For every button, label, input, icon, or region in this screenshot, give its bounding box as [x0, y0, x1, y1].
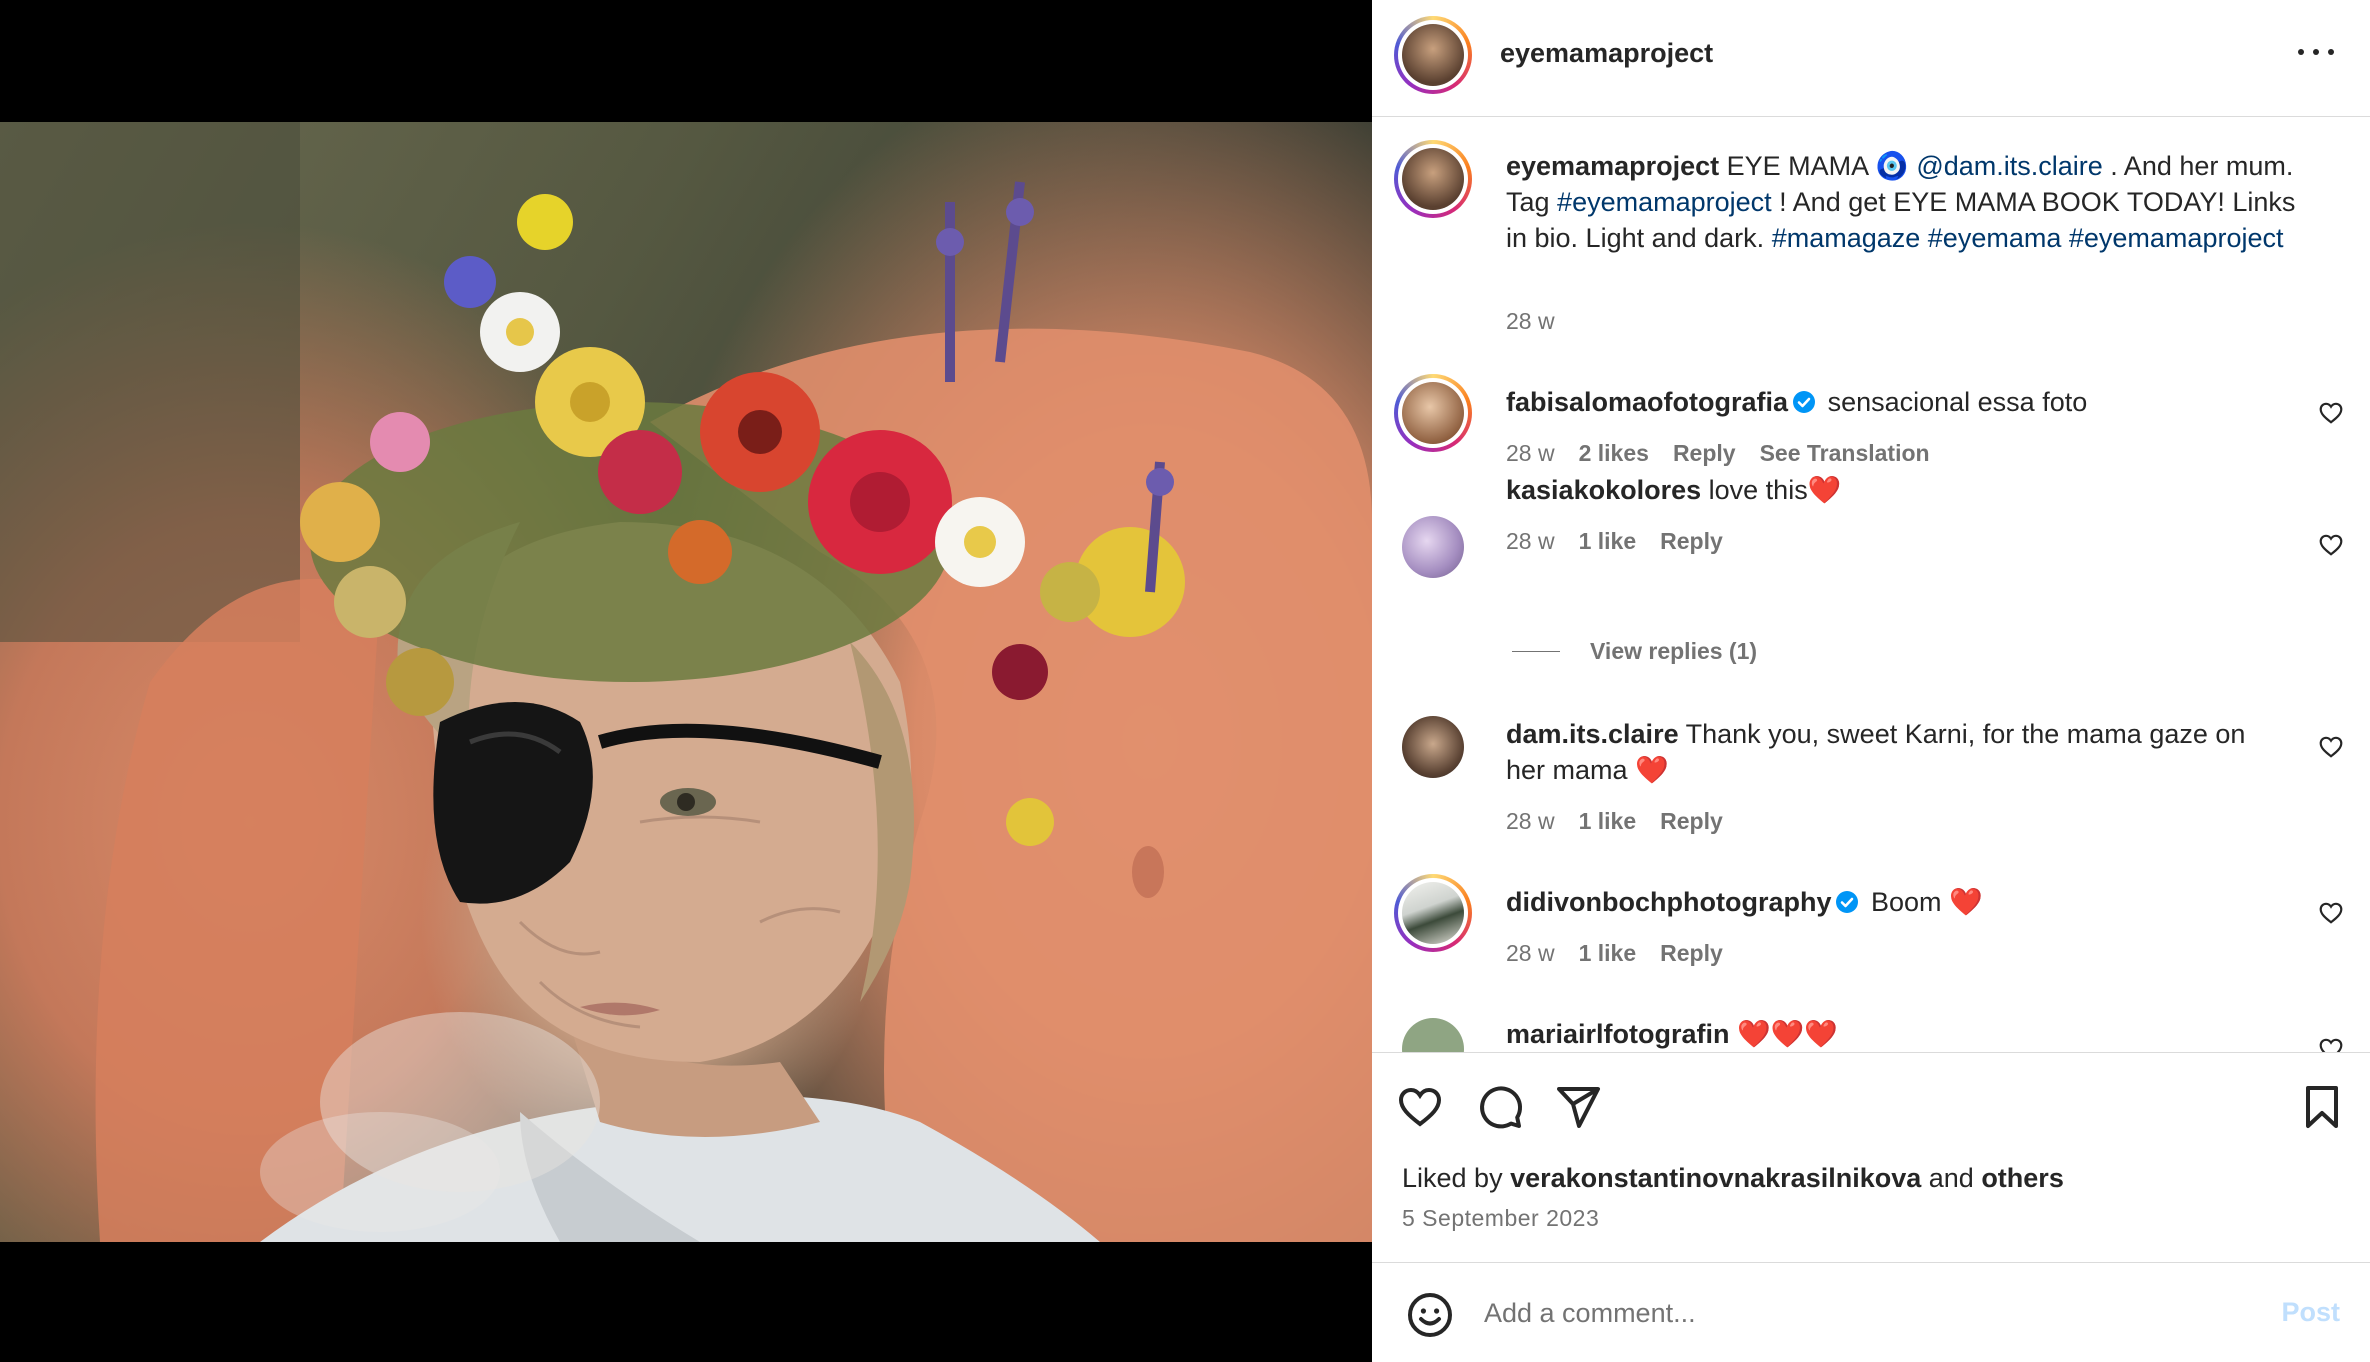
nazar-emoji: 🧿 — [1875, 151, 1909, 181]
comment-time[interactable]: 28 w — [1506, 808, 1555, 835]
comment-avatar[interactable] — [1394, 874, 1472, 952]
comment-likes[interactable]: 2 likes — [1579, 440, 1649, 467]
likes-and: and — [1921, 1163, 1982, 1193]
comment-username[interactable]: fabisalomaofotografia — [1506, 387, 1788, 417]
reply-button[interactable]: Reply — [1660, 808, 1723, 835]
caption-meta: 28 w — [1506, 308, 1555, 335]
comment-text: sensacional essa foto — [1827, 387, 2088, 417]
caption-avatar[interactable] — [1394, 140, 1472, 218]
more-options-icon[interactable] — [2298, 46, 2334, 58]
post-caption: eyemamaproject EYE MAMA 🧿 @dam.its.clair… — [1506, 148, 2306, 256]
verified-badge-icon — [1793, 391, 1816, 413]
comment-meta: 28 w 1 like Reply — [1506, 808, 1723, 835]
comment-body: mariairlfotografin ❤️❤️❤️ — [1506, 1016, 2286, 1052]
like-comment-heart-icon[interactable] — [2318, 400, 2344, 426]
comment-body: fabisalomaofotografia sensacional essa f… — [1506, 384, 2286, 420]
caption-hashtag-2[interactable]: #mamagaze — [1772, 223, 1921, 253]
like-comment-heart-icon[interactable] — [2318, 900, 2344, 926]
comment-text: ❤️❤️❤️ — [1737, 1019, 1838, 1049]
comment-input[interactable] — [1484, 1289, 2184, 1337]
caption-text-1: EYE MAMA — [1726, 151, 1876, 181]
likes-others[interactable]: others — [1981, 1163, 2064, 1193]
add-comment-bar: Post — [1372, 1262, 2370, 1362]
caption-time[interactable]: 28 w — [1506, 308, 1555, 335]
comment-username[interactable]: kasiakokolores — [1506, 475, 1701, 505]
emoji-icon[interactable] — [1406, 1291, 1454, 1339]
likes-user[interactable]: verakonstantinovnakrasilnikova — [1510, 1163, 1921, 1193]
comments-list[interactable]: eyemamaproject EYE MAMA 🧿 @dam.its.clair… — [1372, 118, 2370, 1052]
author-username[interactable]: eyemamaproject — [1500, 38, 1713, 69]
comment-username[interactable]: mariairlfotografin — [1506, 1019, 1730, 1049]
post-date[interactable]: 5 September 2023 — [1402, 1205, 1599, 1232]
comment-avatar[interactable] — [1402, 1018, 1464, 1052]
share-icon[interactable] — [1554, 1083, 1602, 1131]
comment-time[interactable]: 28 w — [1506, 440, 1555, 467]
comment-time[interactable]: 28 w — [1506, 940, 1555, 967]
post-side-panel: eyemamaproject eyemamaproject EYE MAMA 🧿… — [1372, 0, 2370, 1362]
photo-illustration — [0, 122, 1372, 1242]
likes-summary: Liked by verakonstantinovnakrasilnikova … — [1402, 1163, 2064, 1194]
comment-body: kasiakokolores love this❤️ — [1506, 472, 2286, 508]
post-media — [0, 0, 1372, 1362]
bookmark-icon[interactable] — [2298, 1083, 2346, 1131]
comment-body: didivonbochphotography Boom ❤️ — [1506, 884, 2286, 920]
view-replies-button[interactable]: View replies (1) — [1512, 638, 1757, 665]
comment-likes[interactable]: 1 like — [1579, 940, 1637, 967]
comment-meta: 28 w 1 like Reply — [1506, 528, 1723, 555]
comment-meta: 28 w 2 likes Reply See Translation — [1506, 440, 1930, 467]
post-actions: Liked by verakonstantinovnakrasilnikova … — [1372, 1052, 2370, 1262]
verified-badge-icon — [1836, 891, 1859, 913]
comment-avatar[interactable] — [1394, 374, 1472, 452]
post-comment-button[interactable]: Post — [2281, 1297, 2340, 1328]
reply-button[interactable]: Reply — [1660, 940, 1723, 967]
heart-icon[interactable] — [1396, 1083, 1444, 1131]
caption-mention[interactable]: @dam.its.claire — [1916, 151, 2102, 181]
comment-body: dam.its.claire Thank you, sweet Karni, f… — [1506, 716, 2276, 788]
caption-hashtag-4[interactable]: #eyemamaproject — [2069, 223, 2284, 253]
likes-prefix: Liked by — [1402, 1163, 1511, 1193]
like-comment-heart-icon[interactable] — [2318, 734, 2344, 760]
reply-button[interactable]: Reply — [1673, 440, 1736, 467]
comment-avatar[interactable] — [1402, 516, 1464, 578]
caption-hashtag-1[interactable]: #eyemamaproject — [1557, 187, 1772, 217]
like-comment-heart-icon[interactable] — [2318, 532, 2344, 558]
comment-username[interactable]: dam.its.claire — [1506, 719, 1679, 749]
caption-username[interactable]: eyemamaproject — [1506, 151, 1719, 181]
comment-username[interactable]: didivonbochphotography — [1506, 887, 1831, 917]
reply-button[interactable]: Reply — [1660, 528, 1723, 555]
author-avatar[interactable] — [1394, 16, 1472, 94]
replies-divider — [1512, 651, 1560, 652]
caption-hashtag-3[interactable]: #eyemama — [1920, 223, 2062, 253]
post-header: eyemamaproject — [1372, 0, 2370, 117]
comment-text: Boom ❤️ — [1870, 887, 1983, 917]
see-translation-button[interactable]: See Translation — [1760, 440, 1930, 467]
comment-icon[interactable] — [1476, 1083, 1524, 1131]
view-replies-label[interactable]: View replies (1) — [1590, 638, 1757, 665]
comment-text: love this❤️ — [1708, 475, 1842, 505]
comment-likes[interactable]: 1 like — [1579, 808, 1637, 835]
like-comment-heart-icon[interactable] — [2318, 1036, 2344, 1052]
comment-time[interactable]: 28 w — [1506, 528, 1555, 555]
comment-avatar[interactable] — [1402, 716, 1464, 778]
comment-meta: 28 w 1 like Reply — [1506, 940, 1723, 967]
comment-likes[interactable]: 1 like — [1579, 528, 1637, 555]
post-photo[interactable] — [0, 122, 1372, 1242]
